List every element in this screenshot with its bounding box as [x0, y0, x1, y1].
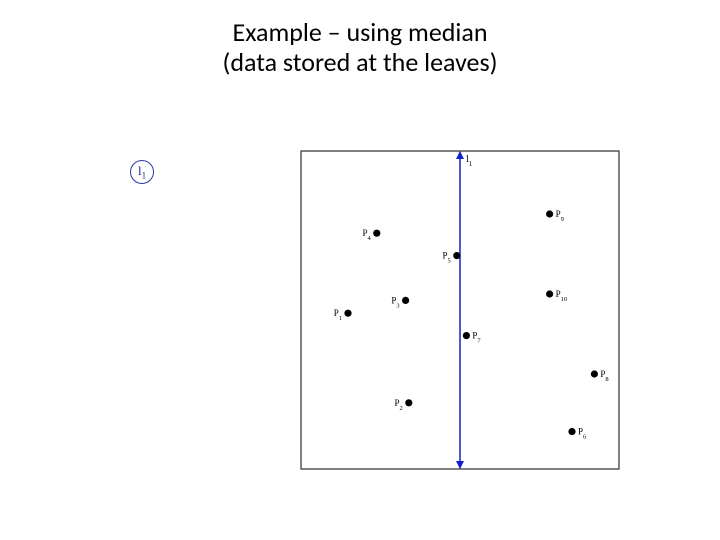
scatter-plot: l1 P1 P2 P3 P4 P5 P6 P7 P8 P9 P10: [300, 150, 620, 470]
point-P10: [546, 290, 553, 297]
tree-root-label: l1: [138, 164, 146, 181]
slide-title: Example – using median (data stored at t…: [0, 18, 720, 78]
tree-root-label-sub: 1: [142, 170, 147, 180]
point-P6: [568, 428, 575, 435]
point-P2: [405, 399, 412, 406]
point-P3: [402, 297, 409, 304]
point-P1: [344, 310, 351, 317]
point-P8: [591, 370, 598, 377]
point-label-P7: P7: [472, 331, 481, 345]
point-P4: [373, 230, 380, 237]
point-label-P6: P6: [578, 427, 587, 441]
point-label-P5: P5: [443, 251, 451, 265]
point-label-P4: P4: [363, 228, 372, 242]
title-line-2: (data stored at the leaves): [222, 46, 497, 78]
split-arrow-top-l1: [456, 151, 464, 159]
point-label-P3: P3: [391, 295, 399, 309]
point-P9: [546, 210, 553, 217]
tree-root-node: l1: [130, 160, 154, 184]
slide: Example – using median (data stored at t…: [0, 0, 720, 540]
point-P5: [453, 252, 460, 259]
point-P7: [463, 332, 470, 339]
split-label-l1: l1: [466, 154, 473, 168]
point-label-P1: P1: [334, 308, 342, 322]
title-line-1: Example – using median: [233, 16, 488, 48]
point-label-P8: P8: [600, 369, 608, 383]
scatter-plot-svg: l1 P1 P2 P3 P4 P5 P6 P7 P8 P9 P10: [300, 150, 620, 470]
split-arrow-bottom-l1: [456, 461, 464, 469]
tree-diagram: l1: [130, 160, 154, 184]
points-group: P1 P2 P3 P4 P5 P6 P7 P8 P9 P10: [334, 209, 609, 440]
split-lines-group: l1: [456, 151, 473, 469]
point-label-P2: P2: [395, 398, 403, 412]
point-label-P10: P10: [556, 289, 568, 303]
point-label-P9: P9: [556, 209, 564, 223]
